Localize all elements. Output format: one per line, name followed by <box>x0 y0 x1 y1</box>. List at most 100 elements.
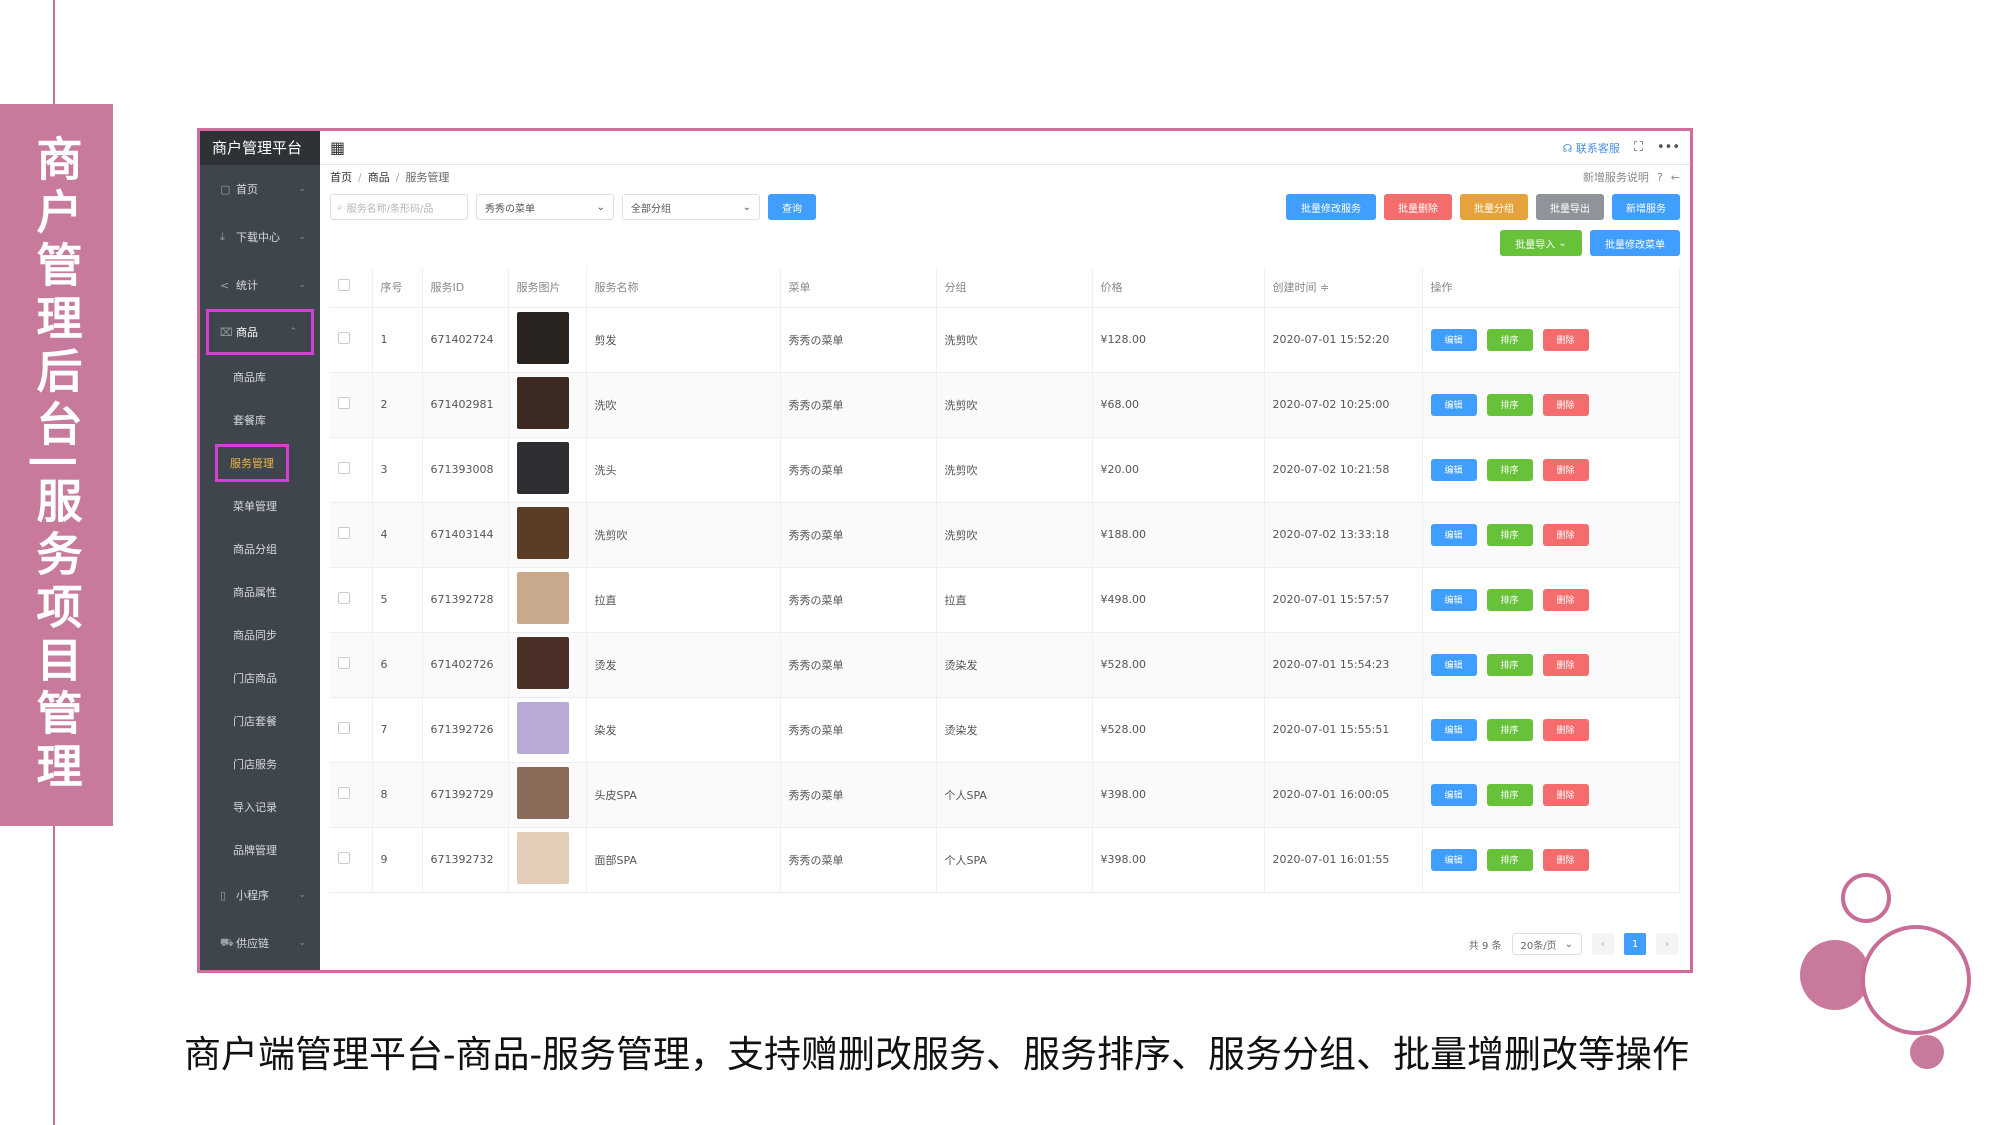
delete-button[interactable]: 删除 <box>1542 458 1589 481</box>
edit-button[interactable]: 编辑 <box>1430 393 1477 416</box>
edit-button[interactable]: 编辑 <box>1430 783 1477 806</box>
sidebar-sub-item[interactable]: 导入记录 <box>200 785 320 828</box>
grid-menu-icon[interactable]: ▦ <box>330 138 345 157</box>
next-page-button[interactable]: › <box>1656 933 1678 955</box>
edit-button[interactable]: 编辑 <box>1430 718 1477 741</box>
chevron-down-icon: ⌄ <box>298 890 306 900</box>
cell-price: ¥68.00 <box>1092 372 1265 438</box>
row-checkbox[interactable] <box>338 332 350 344</box>
sidebar-sub-item[interactable]: 门店商品 <box>200 656 320 699</box>
select-all-checkbox[interactable] <box>338 279 350 292</box>
cell-id: 671392729 <box>422 762 509 828</box>
delete-button[interactable]: 删除 <box>1542 588 1589 611</box>
edit-button[interactable]: 编辑 <box>1430 523 1477 546</box>
contact-support-link[interactable]: ☊ 联系客服 <box>1563 140 1620 156</box>
cell-menu: 秀秀の菜单 <box>780 502 937 568</box>
add-service-button[interactable]: 新增服务 <box>1612 194 1680 220</box>
edit-button[interactable]: 编辑 <box>1430 588 1477 611</box>
sort-button[interactable]: 排序 <box>1486 328 1533 351</box>
prev-page-button[interactable]: ‹ <box>1592 933 1614 955</box>
sort-button[interactable]: 排序 <box>1486 653 1533 676</box>
chevron-down-icon: ⌄ <box>298 232 306 242</box>
nav-stats[interactable]: < 统计 ⌄ <box>200 261 320 309</box>
sidebar-sub-item[interactable]: 商品属性 <box>200 570 320 613</box>
group-select[interactable]: 全部分组 ⌄ <box>622 194 760 220</box>
edit-button[interactable]: 编辑 <box>1430 653 1477 676</box>
delete-button[interactable]: 删除 <box>1542 718 1589 741</box>
menu-select[interactable]: 秀秀の菜单 ⌄ <box>476 194 614 220</box>
cell-id: 671392732 <box>422 827 509 893</box>
edit-button[interactable]: 编辑 <box>1430 458 1477 481</box>
nav-download[interactable]: ⤓ 下载中心 ⌄ <box>200 213 320 261</box>
row-checkbox[interactable] <box>338 397 350 409</box>
batch-edit-service-button[interactable]: 批量修改服务 <box>1286 194 1376 220</box>
cell-select <box>330 502 373 568</box>
sidebar-sub-item[interactable]: 品牌管理 <box>200 828 320 871</box>
row-checkbox[interactable] <box>338 527 350 539</box>
delete-button[interactable]: 删除 <box>1542 783 1589 806</box>
question-icon[interactable]: ? <box>1657 171 1663 184</box>
delete-button[interactable]: 删除 <box>1542 328 1589 351</box>
sort-button[interactable]: 排序 <box>1486 783 1533 806</box>
help-link[interactable]: 新增服务说明 <box>1583 169 1649 185</box>
row-checkbox[interactable] <box>338 592 350 604</box>
batch-import-button[interactable]: 批量导入 ⌄ <box>1500 230 1582 256</box>
row-checkbox[interactable] <box>338 722 350 734</box>
search-input[interactable]: ⌕ 服务名称/条形码/品 <box>330 194 468 220</box>
sidebar-sub-item[interactable]: 套餐库 <box>200 398 320 441</box>
sidebar-sub-item[interactable]: 菜单管理 <box>200 484 320 527</box>
nav-supply-chain[interactable]: ⛟ 供应链 ⌄ <box>200 919 320 967</box>
row-checkbox[interactable] <box>338 462 350 474</box>
sort-button[interactable]: 排序 <box>1486 588 1533 611</box>
delete-button[interactable]: 删除 <box>1542 653 1589 676</box>
service-thumbnail <box>516 377 569 429</box>
delete-button[interactable]: 删除 <box>1542 523 1589 546</box>
query-button[interactable]: 查询 <box>768 194 816 220</box>
sidebar-sub-item-active[interactable]: 服务管理 <box>200 441 320 484</box>
sort-button[interactable]: 排序 <box>1486 848 1533 871</box>
sidebar-sub-item[interactable]: 门店套餐 <box>200 699 320 742</box>
cell-image <box>508 307 587 373</box>
service-thumbnail <box>516 832 569 884</box>
fullscreen-icon[interactable]: ⛶ <box>1634 140 1643 155</box>
batch-edit-menu-button[interactable]: 批量修改菜单 <box>1590 230 1680 256</box>
cell-group: 烫染发 <box>936 632 1093 698</box>
help-area: 新增服务说明 ? ← <box>1583 169 1680 185</box>
edit-button[interactable]: 编辑 <box>1430 848 1477 871</box>
row-checkbox[interactable] <box>338 787 350 799</box>
col-header: 序号 <box>372 267 423 308</box>
batch-delete-button[interactable]: 批量删除 <box>1384 194 1452 220</box>
service-thumbnail <box>516 442 569 494</box>
row-checkbox[interactable] <box>338 852 350 864</box>
sidebar-sub-item[interactable]: 商品同步 <box>200 613 320 656</box>
breadcrumb-home[interactable]: 首页 <box>330 169 352 185</box>
banner-title: 商户管理后台|服务项目管理 <box>29 135 84 795</box>
table-row: 1 671402724 剪发 秀秀の菜单 洗剪吹 ¥128.00 2020-07-01 15… <box>330 307 1680 373</box>
service-thumbnail <box>516 572 569 624</box>
batch-group-button[interactable]: 批量分组 <box>1460 194 1528 220</box>
sidebar-sub-item[interactable]: 商品库 <box>200 355 320 398</box>
nav-mini-program[interactable]: ▯ 小程序 ⌄ <box>200 871 320 919</box>
sort-button[interactable]: 排序 <box>1486 458 1533 481</box>
cell-time: 2020-07-01 16:01:55 <box>1264 827 1423 893</box>
back-arrow-icon[interactable]: ← <box>1671 171 1680 184</box>
sort-button[interactable]: 排序 <box>1486 393 1533 416</box>
sort-button[interactable]: 排序 <box>1486 523 1533 546</box>
nav-goods[interactable]: ⌧ 商品 ⌃ <box>206 309 314 355</box>
delete-button[interactable]: 删除 <box>1542 393 1589 416</box>
table-row: 2 671402981 洗吹 秀秀の菜单 洗剪吹 ¥68.00 2020-07-02 10:… <box>330 372 1680 438</box>
page-size-select[interactable]: 20条/页 ⌄ <box>1511 933 1582 955</box>
nav-home[interactable]: ▢ 首页 ⌄ <box>200 165 320 213</box>
page-number[interactable]: 1 <box>1624 933 1646 955</box>
breadcrumb-goods[interactable]: 商品 <box>368 169 390 185</box>
col-header-sortable[interactable]: 创建时间 ≑ <box>1264 267 1423 308</box>
delete-button[interactable]: 删除 <box>1542 848 1589 871</box>
cell-select <box>330 567 373 633</box>
more-icon[interactable]: ••• <box>1657 140 1680 155</box>
sidebar-sub-item[interactable]: 商品分组 <box>200 527 320 570</box>
batch-export-button[interactable]: 批量导出 <box>1536 194 1604 220</box>
sidebar-sub-item[interactable]: 门店服务 <box>200 742 320 785</box>
sort-button[interactable]: 排序 <box>1486 718 1533 741</box>
row-checkbox[interactable] <box>338 657 350 669</box>
edit-button[interactable]: 编辑 <box>1430 328 1477 351</box>
